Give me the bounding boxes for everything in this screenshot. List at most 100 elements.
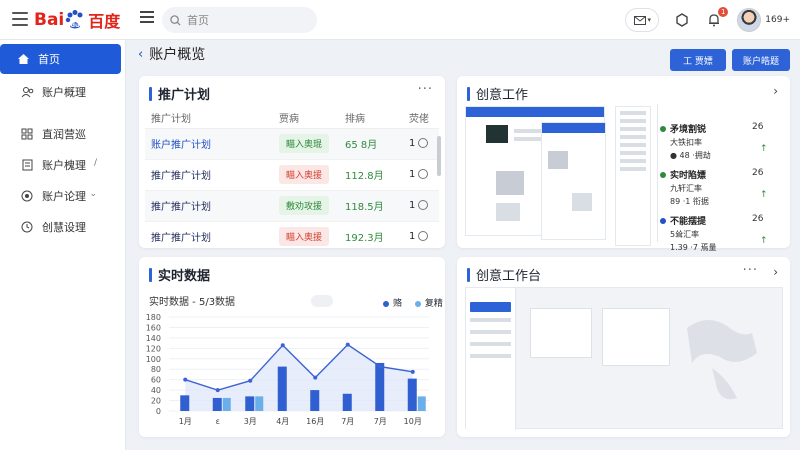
account-action-button[interactable]: 账户皓题 <box>732 49 790 71</box>
sidebar-item-label: 账户槐理 <box>42 158 86 172</box>
stat-detail: 1.39 ·7 焉量 <box>670 243 717 252</box>
chart-toggle[interactable] <box>311 295 333 307</box>
realtime-chart: 020 4060 80100 120140 160180 1月 ε 3月 4月 16月 7月 7月 10… <box>146 313 429 426</box>
stat-arrow-icon: ↑ <box>760 190 768 200</box>
status-cell: 敷劝攻援 <box>273 190 339 222</box>
plan-name[interactable]: 推广推广计划 <box>145 190 273 222</box>
y-tick-label: 140 <box>146 334 161 343</box>
radio-toggle-icon[interactable] <box>418 200 429 210</box>
x-tick-label: 16月 <box>306 417 324 426</box>
stat-subtitle: 九轩汇率 <box>670 184 702 193</box>
realtime-card: 实时数据 实时数据 - 5/3数据 赂 复精 0 20 40 60 80 100 120 14… <box>139 257 445 437</box>
user-menu[interactable]: 169+ <box>737 8 790 32</box>
sidebar-item-account-manage[interactable]: 账户槐理 / <box>4 149 121 180</box>
bell-icon[interactable]: 1 <box>705 7 729 29</box>
y-tick-label: 20 <box>151 397 161 406</box>
document-icon <box>20 158 34 172</box>
y-tick-label: 80 <box>151 365 161 374</box>
hamburger-menu-icon[interactable] <box>12 12 28 26</box>
sidebar-item-account-overview[interactable]: 账户概理 <box>4 76 121 107</box>
primary-action-button[interactable]: 工 贾嫖 <box>670 49 726 71</box>
budget-cell: 112.8月 <box>339 159 403 191</box>
stat-item[interactable]: 不能摆提 5耸汇率 1.39 ·7 焉量 <box>660 214 717 253</box>
line-point <box>378 364 383 369</box>
line-point <box>248 378 253 383</box>
chart-title: 实时数据 - 5/3数据 <box>149 297 236 308</box>
plan-name[interactable]: 推广推广计划 <box>145 159 273 191</box>
budget-cell: 192.3月 <box>339 221 403 253</box>
stat-title: 实时陷嫖 <box>660 168 709 181</box>
collapse-menu-icon[interactable] <box>140 11 154 25</box>
y-tick-label: 160 <box>146 323 161 332</box>
back-chevron-icon[interactable]: ‹ <box>138 47 143 62</box>
column-header: 排病 <box>339 108 403 129</box>
table-row[interactable]: 账户推广计划 瞄入奥琨 65 8月 1 <box>145 128 439 160</box>
search-input[interactable]: 首页 <box>162 7 317 33</box>
sidebar-item-direct-ops[interactable]: 直润营巡 <box>4 118 121 149</box>
creative-preview-panel <box>541 122 606 240</box>
search-icon <box>170 14 181 26</box>
sidebar-item-creative-settings[interactable]: 创慧设理 <box>4 211 121 242</box>
stat-value: 26 <box>752 168 764 178</box>
radio-toggle-icon[interactable] <box>418 169 429 179</box>
grid-icon <box>20 127 34 141</box>
chevron-down-icon: ▾ <box>647 16 652 24</box>
table-row[interactable]: 推广推广计划 瞄入奥援 112.8月 1 <box>145 159 439 191</box>
toggle-cell[interactable]: 1 <box>403 221 439 253</box>
plan-name[interactable]: 推广推广计划 <box>145 221 273 253</box>
mail-button[interactable]: ▾ <box>625 8 660 32</box>
stat-value: 26 <box>752 122 764 132</box>
more-icon[interactable]: ··· <box>418 82 433 97</box>
plan-name[interactable]: 账户推广计划 <box>145 128 273 160</box>
notification-badge: 1 <box>718 7 729 17</box>
baidu-logo[interactable]: Bai du 百度 <box>34 6 120 34</box>
table-row[interactable]: 推广推广计划 敷劝攻援 118.5月 1 <box>145 190 439 222</box>
top-bar: Bai du 百度 首页 ▾ 1 169+ <box>0 0 800 40</box>
stat-arrow-icon: ↑ <box>760 236 768 246</box>
sidebar-item-account-theory[interactable]: 账户论理 ⌄ <box>4 180 121 211</box>
toggle-cell[interactable]: 1 <box>403 190 439 222</box>
sidebar-item-home[interactable]: 首页 <box>0 44 121 74</box>
caret-icon: / <box>93 158 97 168</box>
table-row[interactable]: 推广推广计划 瞄入奥援 192.3月 1 <box>145 221 439 253</box>
radio-toggle-icon[interactable] <box>418 231 429 241</box>
status-cell: 瞄入奥援 <box>273 221 339 253</box>
y-tick-label: 60 <box>151 376 161 385</box>
radio-toggle-icon[interactable] <box>418 138 429 148</box>
chevron-right-icon[interactable]: › <box>773 265 778 279</box>
stat-subtitle: 大铁扣率 <box>670 138 702 147</box>
stat-title: 矛境割锐 <box>660 122 711 135</box>
sidebar-item-label: 首页 <box>38 53 60 66</box>
stat-item[interactable]: 实时陷嫖 九轩汇率 89 ·1 衔据 <box>660 168 709 207</box>
status-badge: 瞄入奥援 <box>279 165 330 184</box>
toggle-count: 1 <box>409 169 416 180</box>
sidebar: 首页 账户概理 直润营巡 账户槐理 / 账户论理 ⌄ 创慧设理 <box>0 40 126 450</box>
target-icon <box>20 189 34 203</box>
bar-series-a <box>407 378 417 411</box>
plan-card-title: 推广计划 <box>149 84 210 103</box>
toggle-cell[interactable]: 1 <box>403 159 439 191</box>
chevron-right-icon[interactable]: › <box>773 84 778 98</box>
studio-card-title: 创意工作台 <box>467 265 541 284</box>
settings-hex-icon[interactable] <box>673 11 691 29</box>
x-tick-label: 1月 <box>179 417 192 426</box>
x-tick-label: ε <box>216 417 220 426</box>
status-badge: 瞄入奥琨 <box>279 134 330 153</box>
column-header: 荧佬 <box>403 108 439 129</box>
toggle-cell[interactable]: 1 <box>403 128 439 160</box>
bar-series-a <box>375 362 385 411</box>
line-point <box>345 342 350 347</box>
budget-cell: 65 8月 <box>339 128 403 160</box>
chevron-down-icon: ⌄ <box>89 189 97 199</box>
stat-detail: 89 ·1 衔据 <box>670 197 709 206</box>
bar-series-a <box>277 366 287 411</box>
stat-item[interactable]: 矛境割锐 大铁扣率 ● 48 ·拥劫 <box>660 122 711 161</box>
sidebar-item-label: 账户论理 <box>42 189 86 203</box>
studio-preview[interactable] <box>465 287 783 430</box>
scrollbar[interactable] <box>437 136 441 176</box>
stat-title: 不能摆提 <box>660 214 717 227</box>
x-tick-label: 7月 <box>341 417 354 426</box>
sidebar-item-label: 直润营巡 <box>42 127 86 141</box>
column-header: 推广计划 <box>145 108 273 129</box>
more-icon[interactable]: ··· <box>743 263 758 278</box>
